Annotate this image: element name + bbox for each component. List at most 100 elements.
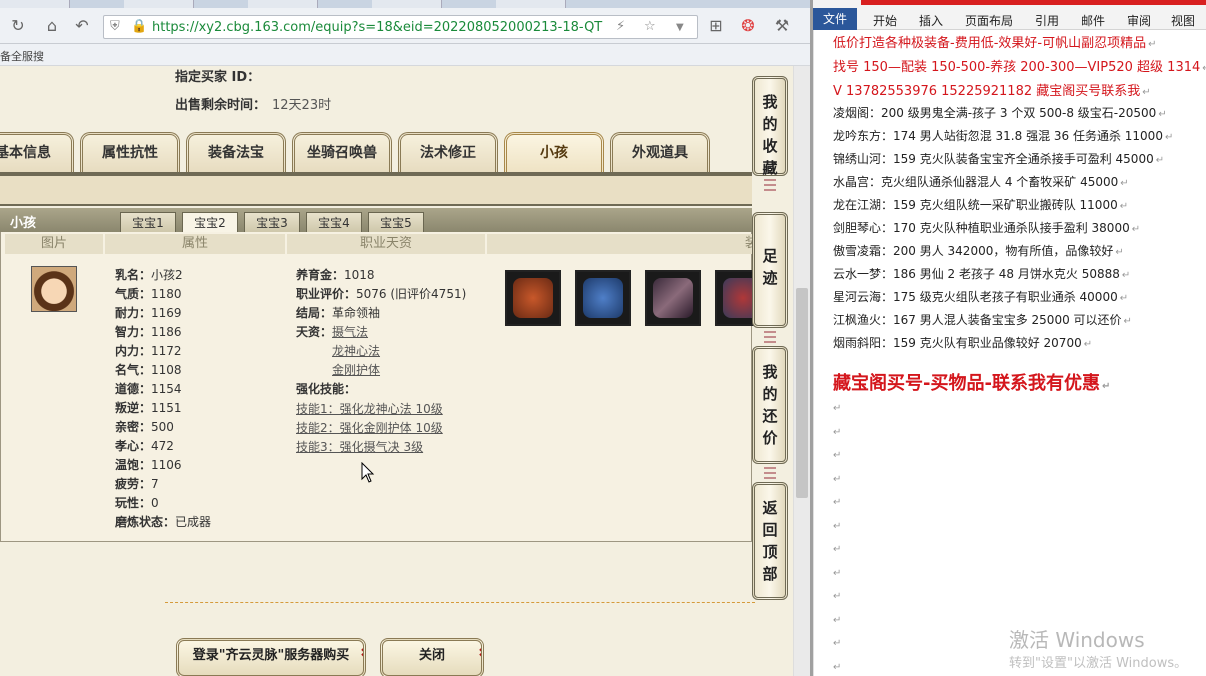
gamepad-icon[interactable]: ❂ (738, 16, 758, 36)
paragraph-mark-icon: ↵ (1142, 87, 1151, 98)
document-line: 低价打造各种极装备-费用低-效果好-可帆山副忍项精品 ↵ (833, 36, 1157, 51)
browser-tab[interactable] (372, 0, 442, 8)
paragraph-mark-icon: ↵ (1101, 381, 1111, 392)
sale-time-row: 出售剩余时间： 12天23时 (175, 94, 331, 113)
paragraph-mark-icon: ↵ (833, 638, 842, 649)
dropdown-icon[interactable]: ▼ (676, 22, 684, 33)
column-header-attributes: 属性 (105, 234, 287, 254)
address-bar[interactable]: ⛨ 🔒 https://xy2.cbg.163.com/equip?s=18&e… (103, 15, 698, 39)
robe-icon[interactable] (575, 270, 631, 326)
dashed-divider (165, 602, 755, 603)
activation-watermark-sub: 转到"设置"以激活 Windows。 (1009, 656, 1188, 671)
paragraph-mark-icon: ↵ (1083, 339, 1093, 350)
close-mark-icon: ✖ (478, 641, 481, 669)
career-rating: 职业评价：5076 (旧评价4751) (296, 287, 467, 301)
ribbon-tab-file[interactable]: 文件 (813, 8, 857, 30)
tab-basic-info[interactable]: 基本信息 (0, 132, 74, 172)
ribbon-tab-review[interactable]: 审阅 (1127, 12, 1151, 29)
tab-attributes[interactable]: 属性抗性 (80, 132, 180, 172)
attribute-row: 孝心：472 (115, 439, 174, 453)
document-line: 找号 150—配装 150-500-养孩 200-300—VIP520 超级 1… (833, 56, 1206, 75)
home-icon[interactable]: ⌂ (42, 16, 62, 36)
sale-time-label: 出售剩余时间： (175, 98, 267, 113)
side-button-label: 足迹 (762, 247, 778, 287)
tab-mounts-pets[interactable]: 坐骑召唤兽 (292, 132, 392, 172)
enhanced-skills-label: 强化技能： (296, 382, 357, 396)
tab-appearance[interactable]: 外观道具 (610, 132, 710, 172)
ribbon-tab-view[interactable]: 视图 (1171, 12, 1195, 29)
browser-tab[interactable] (496, 0, 566, 8)
paragraph-mark-icon: ↵ (1115, 247, 1124, 258)
attribute-row: 疲劳：7 (115, 477, 159, 491)
armor-icon[interactable] (505, 270, 561, 326)
paragraph-mark-icon: ↵ (833, 473, 842, 485)
child-avatar[interactable] (31, 266, 77, 312)
word-ribbon: 文件 开始 插入 页面布局 引用 邮件 审阅 视图 (813, 0, 1206, 30)
browser-tab[interactable] (124, 0, 194, 8)
ribbon-tab-home[interactable]: 开始 (873, 12, 897, 29)
document-body[interactable]: 激活 Windows 转到"设置"以激活 Windows。 低价打造各种极装备-… (813, 30, 1206, 676)
tab-child[interactable]: 小孩 (504, 132, 604, 172)
child-section-header: 小孩 宝宝1 宝宝2 宝宝3 宝宝4 宝宝5 (0, 206, 752, 235)
lightning-icon[interactable]: ⚡ (616, 19, 625, 34)
title-accent-bar (861, 0, 1206, 5)
seller-id-row: 指定买家 ID： (175, 70, 261, 85)
side-button-back-to-top[interactable]: 返回顶部 (752, 482, 788, 600)
doc-margin-line (813, 30, 814, 676)
document-line: 锦绣山河：159 克火队装备宝宝齐全通杀接手可盈利 45000 ↵ (833, 152, 1165, 166)
career-ending: 结局：革命领袖 (296, 306, 381, 320)
back-icon[interactable]: ↶ (72, 16, 92, 36)
talent-link[interactable]: 龙神心法 (332, 342, 380, 359)
buy-on-server-button[interactable]: 登录"齐云灵脉"服务器购买✖ (176, 638, 366, 676)
paragraph-mark-icon: ↵ (833, 450, 842, 461)
paragraph-mark-icon: ↵ (1123, 316, 1132, 327)
talent-link[interactable]: 金刚护体 (332, 361, 380, 378)
paragraph-mark-icon: ↵ (1119, 201, 1129, 212)
tab-spell-correction[interactable]: 法术修正 (398, 132, 498, 172)
browser-tab[interactable] (248, 0, 318, 8)
side-button-history[interactable]: 足迹 (752, 212, 788, 328)
ribbon-tab-insert[interactable]: 插入 (919, 12, 943, 29)
talent-link[interactable]: 摄气法 (332, 325, 368, 339)
paragraph-mark-icon: ↵ (833, 426, 842, 438)
browser-window: ↻ ⌂ ↶ ⛨ 🔒 https://xy2.cbg.163.com/equip?… (0, 0, 810, 676)
paragraph-mark-icon: ↵ (833, 403, 842, 414)
page-scrollbar[interactable] (793, 66, 810, 676)
document-line: 凌烟阁：200 级男鬼全满-孩子 3 个双 500-8 级宝石-20500 ↵ (833, 106, 1167, 120)
paragraph-mark-icon: ↵ (1121, 270, 1131, 281)
url-text[interactable]: https://xy2.cbg.163.com/equip?s=18&eid=2… (152, 20, 612, 35)
paragraph-mark-icon: ↵ (1155, 155, 1165, 166)
skill-link[interactable]: 技能1：强化龙神心法 10级 (296, 400, 443, 417)
column-header-equipment: 装备 (487, 234, 787, 254)
side-button-favorites[interactable]: 我的收藏 (752, 76, 788, 177)
tab-baby-1[interactable]: 宝宝1 (120, 212, 176, 234)
document-line: 烟雨斜阳：159 克火队有职业品像较好 20700 ↵ (833, 336, 1093, 350)
instrument-icon[interactable] (645, 270, 701, 326)
close-button[interactable]: 关闭✖ (380, 638, 484, 676)
browser-tab[interactable] (0, 0, 70, 8)
ribbon-tab-references[interactable]: 引用 (1035, 12, 1059, 29)
word-window: 文件 开始 插入 页面布局 引用 邮件 审阅 视图 激活 Windows 转到"… (813, 0, 1206, 676)
grid-icon[interactable]: ⊞ (706, 16, 726, 36)
tab-baby-5[interactable]: 宝宝5 (368, 212, 424, 234)
tab-equipment[interactable]: 装备法宝 (186, 132, 286, 172)
tab-baby-3[interactable]: 宝宝3 (244, 212, 300, 234)
skill-link[interactable]: 技能3：强化摄气决 3级 (296, 438, 423, 455)
refresh-icon[interactable]: ↻ (8, 16, 28, 36)
tools-icon[interactable]: ⚒ (772, 16, 792, 36)
talent-row: 天资：摄气法 (296, 325, 369, 339)
star-icon[interactable]: ☆ (644, 19, 656, 34)
bookmark-item[interactable]: 备全服搜 (0, 48, 44, 64)
document-line: 龙在江湖：159 克火组队统一采矿职业搬砖队 11000 ↵ (833, 198, 1129, 212)
scrollbar-thumb[interactable] (796, 288, 808, 498)
side-chain (764, 462, 776, 484)
ribbon-tab-mailings[interactable]: 邮件 (1081, 12, 1105, 29)
attribute-row: 磨炼状态：已成器 (115, 515, 212, 529)
skill-link[interactable]: 技能2：强化金刚护体 10级 (296, 419, 443, 436)
ribbon-tab-layout[interactable]: 页面布局 (965, 12, 1013, 29)
browser-toolbar: ↻ ⌂ ↶ ⛨ 🔒 https://xy2.cbg.163.com/equip?… (0, 8, 810, 44)
side-button-my-offers[interactable]: 我的还价 (752, 346, 788, 464)
attribute-row: 叛逆：1151 (115, 401, 182, 415)
tab-baby-4[interactable]: 宝宝4 (306, 212, 362, 234)
document-line: 水晶宫：克火组队通杀仙器混人 4 个畜牧采矿 45000 ↵ (833, 175, 1129, 189)
